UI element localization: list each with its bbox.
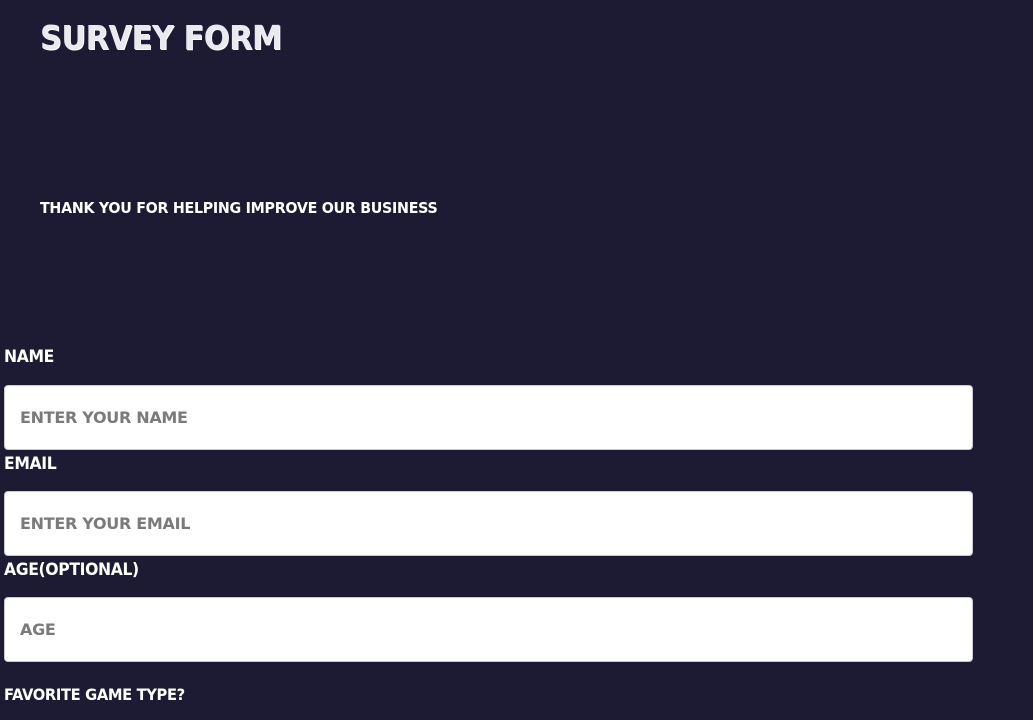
survey-page: SURVEY FORM THANK YOU FOR HELPING IMPROV… (0, 0, 1033, 720)
email-input[interactable] (4, 491, 973, 556)
page-description: THANK YOU FOR HELPING IMPROVE OUR BUSINE… (40, 199, 438, 217)
name-label: NAME (4, 347, 54, 367)
game-type-label: FAVORITE GAME TYPE? (4, 685, 185, 704)
name-input[interactable] (4, 385, 973, 450)
age-input[interactable] (4, 597, 973, 662)
page-title: SURVEY FORM (40, 18, 282, 57)
email-label: EMAIL (4, 454, 57, 474)
age-label: AGE(OPTIONAL) (4, 560, 139, 580)
